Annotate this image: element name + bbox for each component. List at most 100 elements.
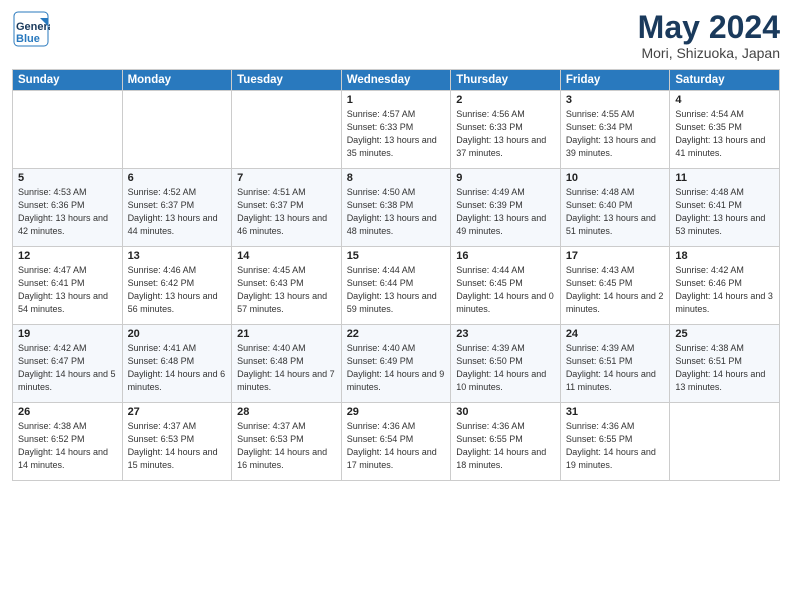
- calendar-cell: 23Sunrise: 4:39 AM Sunset: 6:50 PM Dayli…: [451, 325, 561, 403]
- calendar-cell: 27Sunrise: 4:37 AM Sunset: 6:53 PM Dayli…: [122, 403, 232, 481]
- cell-info: Sunrise: 4:52 AM Sunset: 6:37 PM Dayligh…: [128, 186, 227, 238]
- cell-info: Sunrise: 4:42 AM Sunset: 6:47 PM Dayligh…: [18, 342, 117, 394]
- cell-info: Sunrise: 4:37 AM Sunset: 6:53 PM Dayligh…: [237, 420, 336, 472]
- cell-info: Sunrise: 4:36 AM Sunset: 6:55 PM Dayligh…: [456, 420, 555, 472]
- day-number: 28: [237, 406, 336, 418]
- day-number: 3: [566, 94, 665, 106]
- cell-info: Sunrise: 4:42 AM Sunset: 6:46 PM Dayligh…: [675, 264, 774, 316]
- logo-icon: General Blue: [12, 10, 50, 48]
- day-number: 2: [456, 94, 555, 106]
- day-number: 18: [675, 250, 774, 262]
- header-saturday: Saturday: [670, 70, 780, 91]
- day-number: 14: [237, 250, 336, 262]
- calendar-cell: 17Sunrise: 4:43 AM Sunset: 6:45 PM Dayli…: [560, 247, 670, 325]
- day-number: 24: [566, 328, 665, 340]
- day-number: 12: [18, 250, 117, 262]
- cell-info: Sunrise: 4:48 AM Sunset: 6:40 PM Dayligh…: [566, 186, 665, 238]
- day-number: 8: [347, 172, 446, 184]
- calendar-cell: [122, 91, 232, 169]
- cell-info: Sunrise: 4:41 AM Sunset: 6:48 PM Dayligh…: [128, 342, 227, 394]
- cell-info: Sunrise: 4:44 AM Sunset: 6:45 PM Dayligh…: [456, 264, 555, 316]
- logo: General Blue: [12, 10, 50, 48]
- day-number: 31: [566, 406, 665, 418]
- calendar-cell: 5 Sunrise: 4:53 AM Sunset: 6:36 PM Daylig…: [13, 169, 123, 247]
- day-number: 4: [675, 94, 774, 106]
- day-number: 21: [237, 328, 336, 340]
- cell-info: Sunrise: 4:47 AM Sunset: 6:41 PM Dayligh…: [18, 264, 117, 316]
- cell-info: Sunrise: 4:55 AM Sunset: 6:34 PM Dayligh…: [566, 108, 665, 160]
- cell-info: Sunrise: 4:50 AM Sunset: 6:38 PM Dayligh…: [347, 186, 446, 238]
- calendar-cell: 4 Sunrise: 4:54 AM Sunset: 6:35 PM Daylig…: [670, 91, 780, 169]
- cell-info: Sunrise: 4:49 AM Sunset: 6:39 PM Dayligh…: [456, 186, 555, 238]
- calendar-cell: 31 Sunrise: 4:36 AM Sunset: 6:55 PM Dayli…: [560, 403, 670, 481]
- calendar-cell: 19 Sunrise: 4:42 AM Sunset: 6:47 PM Dayli…: [13, 325, 123, 403]
- calendar-cell: 2 Sunrise: 4:56 AM Sunset: 6:33 PM Daylig…: [451, 91, 561, 169]
- cell-info: Sunrise: 4:53 AM Sunset: 6:36 PM Dayligh…: [18, 186, 117, 238]
- day-number: 19: [18, 328, 117, 340]
- calendar-cell: 9 Sunrise: 4:49 AM Sunset: 6:39 PM Daylig…: [451, 169, 561, 247]
- calendar-cell: [13, 91, 123, 169]
- day-number: 15: [347, 250, 446, 262]
- header: General Blue May 2024 Mori, Shizuoka, Ja…: [12, 10, 780, 61]
- day-number: 30: [456, 406, 555, 418]
- calendar-cell: [232, 91, 342, 169]
- calendar-cell: 30 Sunrise: 4:36 AM Sunset: 6:55 PM Dayli…: [451, 403, 561, 481]
- week-row-5: 26 Sunrise: 4:38 AM Sunset: 6:52 PM Dayli…: [13, 403, 780, 481]
- cell-info: Sunrise: 4:40 AM Sunset: 6:48 PM Dayligh…: [237, 342, 336, 394]
- calendar-cell: 25Sunrise: 4:38 AM Sunset: 6:51 PM Dayli…: [670, 325, 780, 403]
- calendar-cell: 26 Sunrise: 4:38 AM Sunset: 6:52 PM Dayli…: [13, 403, 123, 481]
- day-number: 29: [347, 406, 446, 418]
- day-number: 6: [128, 172, 227, 184]
- cell-info: Sunrise: 4:38 AM Sunset: 6:51 PM Dayligh…: [675, 342, 774, 394]
- calendar-cell: 21 Sunrise: 4:40 AM Sunset: 6:48 PM Dayli…: [232, 325, 342, 403]
- day-number: 9: [456, 172, 555, 184]
- header-sunday: Sunday: [13, 70, 123, 91]
- calendar-cell: 8 Sunrise: 4:50 AM Sunset: 6:38 PM Daylig…: [341, 169, 451, 247]
- header-friday: Friday: [560, 70, 670, 91]
- cell-info: Sunrise: 4:36 AM Sunset: 6:55 PM Dayligh…: [566, 420, 665, 472]
- day-number: 26: [18, 406, 117, 418]
- cell-info: Sunrise: 4:57 AM Sunset: 6:33 PM Dayligh…: [347, 108, 446, 160]
- weekday-header-row: Sunday Monday Tuesday Wednesday Thursday…: [13, 70, 780, 91]
- header-monday: Monday: [122, 70, 232, 91]
- calendar-subtitle: Mori, Shizuoka, Japan: [638, 45, 780, 61]
- header-tuesday: Tuesday: [232, 70, 342, 91]
- day-number: 23: [456, 328, 555, 340]
- cell-info: Sunrise: 4:38 AM Sunset: 6:52 PM Dayligh…: [18, 420, 117, 472]
- day-number: 5: [18, 172, 117, 184]
- calendar-cell: 1Sunrise: 4:57 AM Sunset: 6:33 PM Daylig…: [341, 91, 451, 169]
- cell-info: Sunrise: 4:56 AM Sunset: 6:33 PM Dayligh…: [456, 108, 555, 160]
- calendar-cell: 16 Sunrise: 4:44 AM Sunset: 6:45 PM Dayli…: [451, 247, 561, 325]
- calendar-cell: 12 Sunrise: 4:47 AM Sunset: 6:41 PM Dayli…: [13, 247, 123, 325]
- calendar-cell: 22 Sunrise: 4:40 AM Sunset: 6:49 PM Dayli…: [341, 325, 451, 403]
- day-number: 27: [128, 406, 227, 418]
- week-row-1: 1Sunrise: 4:57 AM Sunset: 6:33 PM Daylig…: [13, 91, 780, 169]
- day-number: 20: [128, 328, 227, 340]
- calendar-cell: 24Sunrise: 4:39 AM Sunset: 6:51 PM Dayli…: [560, 325, 670, 403]
- calendar-cell: 6 Sunrise: 4:52 AM Sunset: 6:37 PM Daylig…: [122, 169, 232, 247]
- calendar-cell: 18 Sunrise: 4:42 AM Sunset: 6:46 PM Dayli…: [670, 247, 780, 325]
- calendar-cell: 7Sunrise: 4:51 AM Sunset: 6:37 PM Daylig…: [232, 169, 342, 247]
- cell-info: Sunrise: 4:54 AM Sunset: 6:35 PM Dayligh…: [675, 108, 774, 160]
- header-thursday: Thursday: [451, 70, 561, 91]
- calendar-cell: 15 Sunrise: 4:44 AM Sunset: 6:44 PM Dayli…: [341, 247, 451, 325]
- calendar-cell: 20 Sunrise: 4:41 AM Sunset: 6:48 PM Dayli…: [122, 325, 232, 403]
- day-number: 13: [128, 250, 227, 262]
- cell-info: Sunrise: 4:43 AM Sunset: 6:45 PM Dayligh…: [566, 264, 665, 316]
- page: General Blue May 2024 Mori, Shizuoka, Ja…: [0, 0, 792, 612]
- calendar-cell: 3 Sunrise: 4:55 AM Sunset: 6:34 PM Daylig…: [560, 91, 670, 169]
- cell-info: Sunrise: 4:44 AM Sunset: 6:44 PM Dayligh…: [347, 264, 446, 316]
- calendar-table: Sunday Monday Tuesday Wednesday Thursday…: [12, 69, 780, 481]
- title-block: May 2024 Mori, Shizuoka, Japan: [638, 10, 780, 61]
- cell-info: Sunrise: 4:45 AM Sunset: 6:43 PM Dayligh…: [237, 264, 336, 316]
- calendar-title: May 2024: [638, 10, 780, 45]
- day-number: 22: [347, 328, 446, 340]
- week-row-4: 19 Sunrise: 4:42 AM Sunset: 6:47 PM Dayli…: [13, 325, 780, 403]
- calendar-cell: 29Sunrise: 4:36 AM Sunset: 6:54 PM Dayli…: [341, 403, 451, 481]
- header-wednesday: Wednesday: [341, 70, 451, 91]
- week-row-2: 5 Sunrise: 4:53 AM Sunset: 6:36 PM Daylig…: [13, 169, 780, 247]
- cell-info: Sunrise: 4:40 AM Sunset: 6:49 PM Dayligh…: [347, 342, 446, 394]
- calendar-cell: [670, 403, 780, 481]
- day-number: 16: [456, 250, 555, 262]
- svg-text:Blue: Blue: [16, 33, 40, 45]
